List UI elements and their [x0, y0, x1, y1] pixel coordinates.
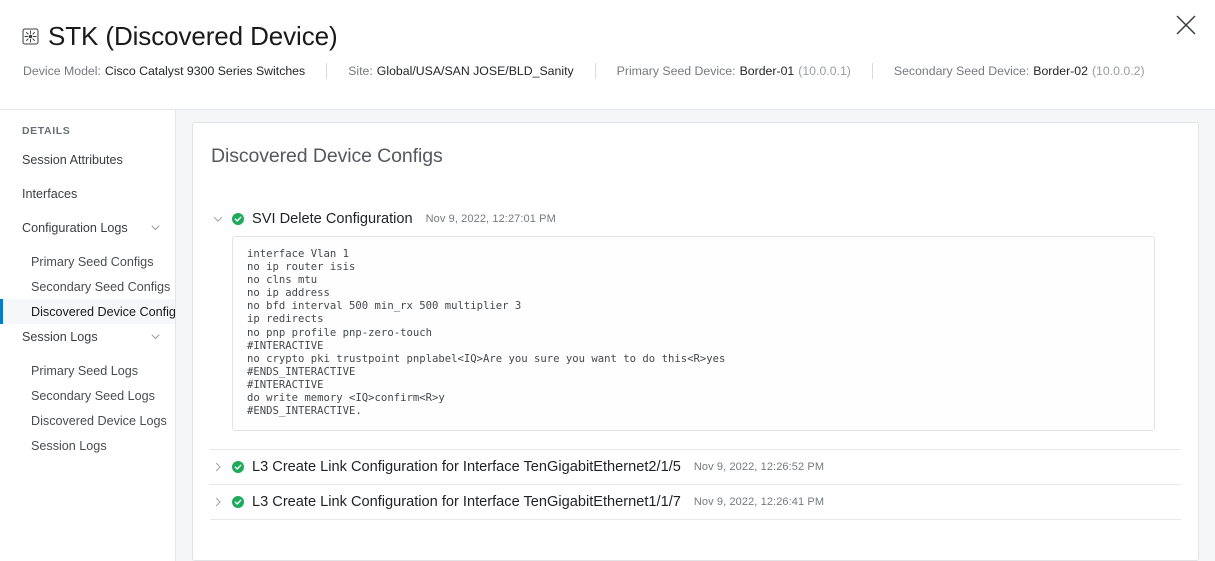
meta-ip: (10.0.0.1)	[798, 63, 851, 78]
config-section-header[interactable]: SVI Delete Configuration Nov 9, 2022, 12:…	[210, 202, 1181, 236]
accordion-list: SVI Delete Configuration Nov 9, 2022, 12:…	[210, 202, 1181, 521]
sidebar-item-interfaces[interactable]: Interfaces	[0, 181, 175, 206]
meta-site: Site: Global/USA/SAN JOSE/BLD_Sanity	[348, 64, 573, 78]
sidebar-item-label: Session Logs	[22, 329, 98, 344]
sidebar-item-secondary-seed-logs[interactable]: Secondary Seed Logs	[0, 383, 175, 408]
page-header: STK (Discovered Device) Device Model: Ci…	[0, 0, 1215, 110]
meta-value: Border-02	[1033, 63, 1088, 78]
sidebar-item-label: Session Attributes	[22, 152, 123, 167]
sidebar-item-label: Primary Seed Logs	[31, 363, 139, 378]
sidebar-item-session-logs[interactable]: Session Logs	[0, 433, 175, 458]
sidebar-nav-list: Session Attributes Interfaces Configuratio…	[0, 147, 175, 458]
config-code-text: interface Vlan 1 no ip router isis no cl…	[247, 248, 726, 418]
config-section-label: L3 Create Link Configuration for Interfa…	[252, 459, 681, 476]
sidebar-item-secondary-seed-configs[interactable]: Secondary Seed Configs	[0, 274, 175, 299]
meta-label: Site:	[348, 63, 373, 78]
page-title: STK (Discovered Device)	[48, 21, 338, 51]
config-section-timestamp: Nov 9, 2022, 12:27:01 PM	[425, 213, 556, 225]
meta-divider	[326, 62, 328, 79]
card-title: Discovered Device Configs	[211, 145, 443, 167]
sidebar-item-discovered-device-configs[interactable]: Discovered Device Configs	[0, 299, 175, 324]
chevron-right-icon[interactable]	[212, 461, 224, 473]
config-section-timestamp: Nov 9, 2022, 12:26:41 PM	[693, 496, 825, 509]
sidebar-item-discovered-device-logs[interactable]: Discovered Device Logs	[0, 408, 175, 433]
config-section-label: L3 Create Link Configuration for Interfa…	[252, 494, 681, 511]
sidebar-item-label: Interfaces	[22, 186, 78, 201]
sidebar-item-session-logs[interactable]: Session Logs	[0, 324, 175, 349]
sidebar-item-label: Primary Seed Configs	[31, 254, 154, 269]
close-icon	[1176, 15, 1196, 35]
meta-secondary-seed-device: Secondary Seed Device: Border-02 (10.0.0…	[894, 64, 1145, 78]
configs-card: Discovered Device Configs SVI Delete Con…	[192, 122, 1199, 561]
sidebar-item-primary-seed-configs[interactable]: Primary Seed Configs	[0, 249, 175, 274]
status-success-icon	[232, 496, 244, 509]
switch-stack-icon	[22, 28, 39, 45]
title-row: STK (Discovered Device)	[0, 22, 1215, 51]
sidebar-item-label: Secondary Seed Configs	[31, 279, 171, 294]
sidebar-item-label: Session Logs	[31, 438, 107, 453]
header-meta: Device Model: Cisco Catalyst 9300 Series…	[0, 62, 1215, 79]
sidebar-item-label: Secondary Seed Logs	[31, 388, 155, 403]
status-success-icon	[232, 461, 244, 474]
config-section-body: interface Vlan 1 no ip router isis no cl…	[210, 236, 1181, 449]
body-container: DETAILS Session Attributes Interfaces Conf…	[0, 110, 1215, 561]
chevron-down-icon[interactable]	[212, 213, 224, 225]
config-section-label: SVI Delete Configuration	[252, 211, 413, 227]
meta-label: Primary Seed Device:	[616, 63, 736, 78]
config-section: SVI Delete Configuration Nov 9, 2022, 12:…	[210, 202, 1181, 451]
sidebar-item-label: Configuration Logs	[22, 220, 128, 235]
meta-divider	[871, 62, 873, 79]
sidebar-item-label: Discovered Device Configs	[31, 304, 176, 319]
sidebar-item-configuration-logs[interactable]: Configuration Logs	[0, 215, 175, 240]
sidebar-heading: DETAILS	[22, 125, 71, 137]
meta-label: Secondary Seed Device:	[893, 63, 1030, 78]
chevron-down-icon[interactable]	[150, 331, 161, 342]
status-success-icon	[232, 213, 244, 225]
main-content: Discovered Device Configs SVI Delete Con…	[176, 110, 1215, 561]
config-section-header[interactable]: L3 Create Link Configuration for Interfa…	[210, 485, 1181, 519]
meta-value: Cisco Catalyst 9300 Series Switches	[104, 63, 306, 78]
details-sidebar: DETAILS Session Attributes Interfaces Conf…	[0, 110, 176, 561]
chevron-down-icon[interactable]	[150, 222, 161, 233]
meta-label: Device Model:	[23, 63, 101, 78]
config-section: L3 Create Link Configuration for Interfa…	[210, 450, 1181, 486]
meta-device-model: Device Model: Cisco Catalyst 9300 Series…	[23, 64, 305, 78]
config-section: L3 Create Link Configuration for Interfa…	[210, 485, 1181, 521]
meta-value: Border-01	[739, 63, 795, 78]
meta-primary-seed-device: Primary Seed Device: Border-01 (10.0.0.1…	[617, 64, 851, 78]
meta-ip: (10.0.0.2)	[1091, 63, 1145, 78]
sidebar-item-label: Discovered Device Logs	[31, 413, 167, 428]
config-section-header[interactable]: L3 Create Link Configuration for Interfa…	[210, 450, 1181, 484]
meta-value: Global/USA/SAN JOSE/BLD_Sanity	[376, 63, 574, 78]
meta-divider	[594, 62, 596, 79]
sidebar-item-primary-seed-logs[interactable]: Primary Seed Logs	[0, 358, 175, 383]
close-button[interactable]	[1169, 8, 1203, 42]
sidebar-item-session-attributes[interactable]: Session Attributes	[0, 147, 175, 172]
config-section-timestamp: Nov 9, 2022, 12:26:52 PM	[693, 461, 825, 474]
config-code-box: interface Vlan 1 no ip router isis no cl…	[232, 236, 1155, 432]
chevron-right-icon[interactable]	[212, 496, 224, 508]
